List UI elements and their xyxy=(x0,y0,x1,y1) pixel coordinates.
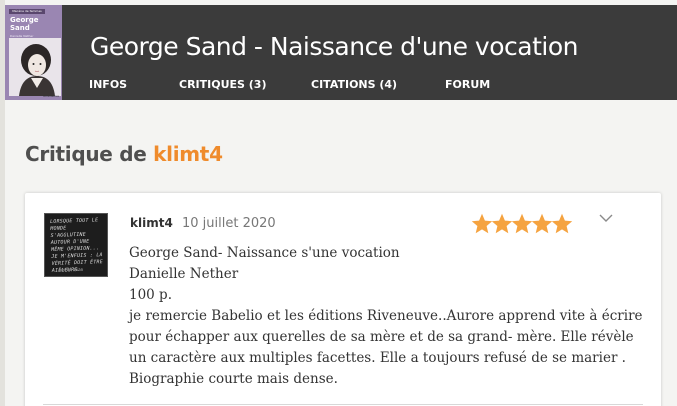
review-line: je remercie Babelio et les éditions Rive… xyxy=(129,308,643,324)
cover-publisher: Riveneuve xyxy=(43,94,59,98)
star-icon xyxy=(550,212,574,236)
cover-series: Mécène de femmes xyxy=(9,9,45,14)
section-heading: Critique de klimt4 xyxy=(25,142,223,166)
cover-title-line2: Sand xyxy=(10,24,30,32)
cover-portrait-image xyxy=(9,38,61,96)
review-line: Danielle Nether xyxy=(129,266,239,282)
tab-infos[interactable]: INFOS xyxy=(89,78,127,91)
card-divider xyxy=(43,404,643,405)
chevron-down-icon[interactable] xyxy=(598,212,614,224)
heading-user-link[interactable]: klimt4 xyxy=(153,142,223,166)
review-author-link[interactable]: klimt4 xyxy=(130,216,173,230)
review-line: un caractère aux multiples facettes. Ell… xyxy=(129,350,626,366)
tab-citations[interactable]: CITATIONS (4) xyxy=(311,78,397,91)
review-line: George Sand- Naissance s'une vocation xyxy=(129,245,400,261)
rating-stars xyxy=(470,212,573,236)
book-header: Mécène de femmes George Sand Danielle Ne… xyxy=(5,5,677,100)
cover-title: George Sand xyxy=(10,16,39,32)
book-cover[interactable]: Mécène de femmes George Sand Danielle Ne… xyxy=(5,5,62,100)
review-line: 100 p. xyxy=(129,287,172,303)
review-line: pour échapper aux querelles de sa mère e… xyxy=(129,329,634,345)
review-text: George Sand- Naissance s'une vocation Da… xyxy=(129,243,649,390)
tab-critiques[interactable]: CRITIQUES (3) xyxy=(179,78,267,91)
avatar-signature: Boris Vian xyxy=(59,267,84,272)
page-title: George Sand - Naissance d'une vocation xyxy=(90,32,578,61)
review-card: Lorsque tout le monde s'agglutine autour… xyxy=(25,193,661,406)
review-line: Biographie courte mais dense. xyxy=(129,371,338,387)
avatar[interactable]: Lorsque tout le monde s'agglutine autour… xyxy=(44,213,108,277)
review-date: 10 juillet 2020 xyxy=(182,216,276,231)
tab-forum[interactable]: FORUM xyxy=(445,78,490,91)
cover-title-line1: George xyxy=(10,16,39,24)
heading-prefix: Critique de xyxy=(25,142,147,166)
